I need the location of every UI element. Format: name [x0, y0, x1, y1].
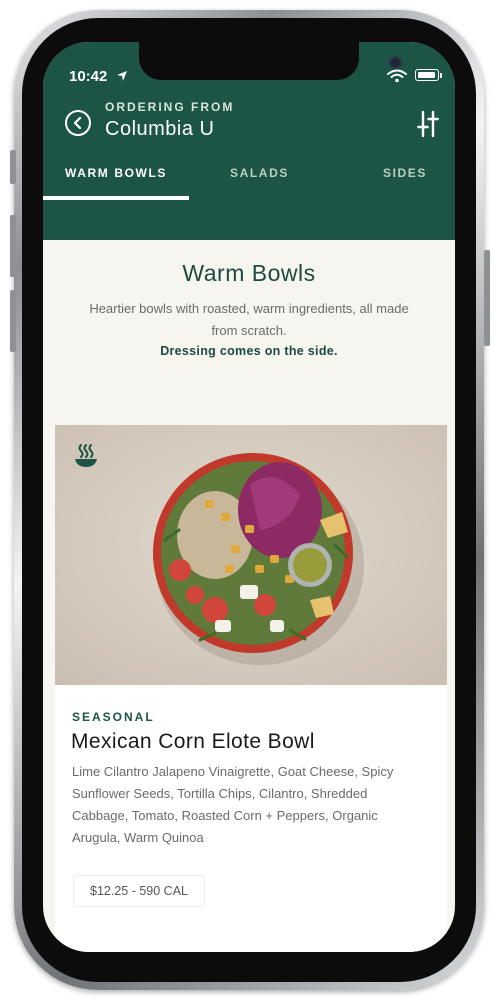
bowl-illustration	[55, 425, 447, 685]
category-tabs: WARM BOWLS SALADS SIDES	[43, 156, 455, 200]
warm-bowl-steam-icon	[75, 444, 97, 467]
location-name[interactable]: Columbia U	[105, 118, 214, 141]
front-camera	[389, 56, 402, 69]
silent-switch	[10, 150, 16, 184]
battery-icon	[415, 69, 439, 81]
header: 10:42 ORDERING FROM Columbia U WARM BOWL…	[43, 42, 455, 240]
seasonal-tag: SEASONAL	[72, 710, 155, 724]
app-screen: 10:42 ORDERING FROM Columbia U WARM BOWL…	[43, 42, 455, 952]
section-description: Heartier bowls with roasted, warm ingred…	[89, 301, 409, 338]
location-arrow-icon	[117, 71, 127, 81]
filter-sliders-icon[interactable]	[417, 110, 439, 138]
tab-salads[interactable]: SALADS	[230, 166, 289, 180]
back-arrow-icon	[73, 116, 82, 130]
volume-up-button	[10, 215, 16, 277]
volume-down-button	[10, 290, 16, 352]
ordering-from-label: ORDERING FROM	[105, 100, 235, 114]
item-ingredients: Lime Cilantro Jalapeno Vinaigrette, Goat…	[72, 764, 394, 845]
battery-cap	[440, 73, 442, 78]
dressing-note: Dressing comes on the side.	[160, 344, 338, 358]
status-time: 10:42	[69, 68, 108, 85]
battery-level	[417, 71, 435, 78]
section-title: Warm Bowls	[182, 260, 316, 286]
notch	[139, 42, 402, 80]
active-tab-indicator	[43, 196, 189, 200]
wifi-icon	[387, 69, 407, 83]
back-button[interactable]	[65, 110, 91, 136]
item-photo	[55, 425, 447, 685]
tab-sides[interactable]: SIDES	[383, 166, 427, 180]
menu-item-card[interactable]: SEASONAL Mexican Corn Elote Bowl Lime Ci…	[55, 425, 447, 952]
tab-warm-bowls[interactable]: WARM BOWLS	[65, 166, 167, 180]
item-name: Mexican Corn Elote Bowl	[71, 730, 315, 753]
power-button	[484, 250, 490, 346]
price-calorie-badge: $12.25 - 590 CAL	[73, 875, 205, 907]
